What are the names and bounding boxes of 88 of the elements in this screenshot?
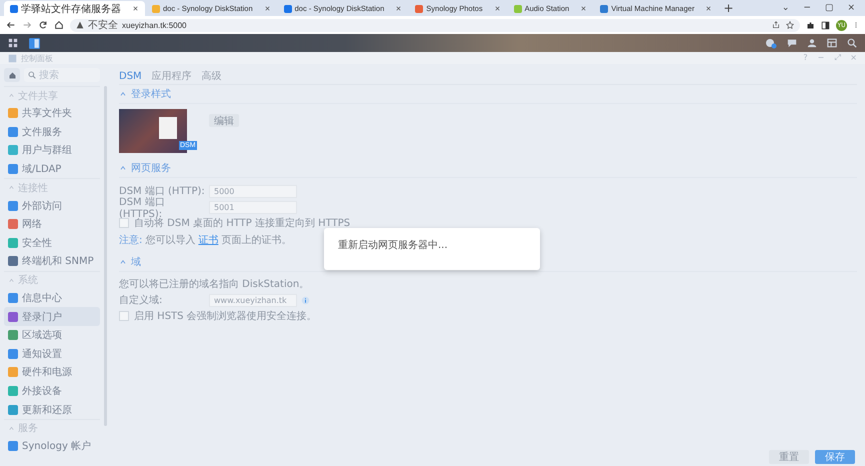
sidebar-item[interactable]: 终端机和 SNMP	[4, 252, 100, 271]
star-icon	[786, 21, 794, 29]
field-label: 自定义域:	[119, 294, 164, 307]
reset-button[interactable]: 重置	[769, 450, 809, 464]
window-control[interactable]: ×	[850, 53, 857, 63]
control-panel-icon	[8, 54, 17, 62]
certificate-link[interactable]: 证书	[198, 233, 218, 247]
window-title: 控制面板	[21, 52, 53, 64]
window-control[interactable]: ⤢	[834, 53, 840, 63]
caret-icon	[119, 90, 127, 98]
caret-icon	[8, 276, 15, 284]
caret-icon	[8, 92, 15, 99]
grid-icon	[8, 38, 18, 48]
caret-icon	[119, 164, 127, 172]
app-window-icon	[28, 36, 41, 50]
tab[interactable]: 应用程序	[152, 69, 192, 83]
save-button[interactable]: 保存	[815, 450, 855, 464]
field-label: DSM 端口 (HTTP):	[119, 184, 206, 197]
input-field[interactable]: 5000	[209, 184, 297, 198]
cloud-user-icon	[765, 37, 777, 49]
home-icon	[54, 20, 64, 30]
sidebar-item[interactable]: 外接设备	[4, 382, 100, 400]
field-label: DSM 端口 (HTTPS):	[119, 196, 166, 220]
window-control[interactable]: ×	[847, 3, 855, 13]
tab[interactable]: DSM	[119, 70, 142, 82]
checkbox[interactable]	[119, 218, 129, 228]
forward-icon	[22, 20, 32, 30]
checkbox-label: 自动将 DSM 桌面的 HTTP 连接重定向到 HTTPS	[134, 218, 350, 230]
warning-icon	[76, 21, 84, 29]
close-icon	[705, 5, 712, 12]
sidebar-item[interactable]: 外部访问	[4, 196, 100, 215]
sidebar-item[interactable]: 用户与群组	[4, 141, 100, 160]
window-control[interactable]: ?	[803, 53, 808, 63]
caret-icon	[119, 258, 127, 266]
tab[interactable]: 高级	[202, 69, 222, 83]
caret-icon	[8, 424, 15, 432]
url-text[interactable]: xueyizhan.tk:5000	[122, 20, 186, 30]
close-icon	[494, 5, 501, 12]
sidebar-item[interactable]: 网络	[4, 214, 100, 234]
sidebar-item[interactable]: 文件服务	[4, 122, 100, 142]
user-icon	[807, 38, 817, 48]
caret-icon	[8, 184, 15, 192]
window-control[interactable]: ⌄	[782, 3, 790, 13]
section-heading: 域	[131, 256, 141, 269]
sidebar-item[interactable]: 硬件和电源	[4, 363, 100, 382]
sidebar-item[interactable]: 共享文件夹	[4, 104, 100, 123]
close-icon	[264, 5, 271, 12]
close-icon	[395, 5, 402, 12]
checkbox[interactable]	[119, 311, 129, 321]
checkbox-label: 启用 HSTS 会强制浏览器使用安全连接。	[134, 310, 317, 323]
search-icon	[28, 71, 36, 79]
edit-button[interactable]: 编辑	[209, 114, 239, 127]
login-card	[159, 117, 177, 139]
domain-description: 您可以将已注册的域名指向 DiskStation。	[119, 278, 310, 292]
sidebar-icon	[821, 20, 830, 30]
security-label: 不安全	[88, 18, 118, 32]
sidebar-item[interactable]: 通知设置	[4, 344, 100, 364]
note-text: 页面上的证书。	[221, 234, 292, 247]
note-label: 注意:	[119, 234, 142, 247]
widget-icon	[827, 38, 837, 48]
chat-icon	[787, 38, 797, 48]
sidebar-item[interactable]: 更新和还原	[4, 400, 100, 419]
sidebar-item[interactable]: 安全性	[4, 234, 100, 252]
reload-icon	[38, 20, 48, 30]
share-icon	[772, 21, 780, 29]
browser-tab[interactable]: 学驿站文件存储服务器	[4, 1, 145, 16]
input-field[interactable]: 5001	[209, 200, 297, 214]
back-icon	[6, 20, 16, 30]
sidebar-item[interactable]: 登录门户	[4, 307, 100, 326]
close-icon	[580, 5, 588, 12]
home-icon	[8, 70, 16, 80]
search-icon	[847, 38, 857, 48]
note-text: 您可以导入	[145, 234, 196, 247]
section-heading: 网页服务	[131, 162, 171, 175]
sidebar-item[interactable]: 区域选项	[4, 326, 100, 345]
close-icon	[132, 5, 139, 12]
sidebar-item[interactable]: 域/LDAP	[4, 160, 100, 178]
new-tab-button[interactable]: +	[723, 1, 734, 15]
sidebar-item[interactable]: 信息中心	[4, 288, 100, 308]
home-button[interactable]	[4, 68, 20, 82]
section-heading: 登录样式	[131, 88, 171, 101]
window-control[interactable]: −	[803, 3, 811, 13]
sidebar-item[interactable]: Synology 帐户	[4, 436, 100, 456]
progress-dialog: 重新启动网页服务器中...	[324, 228, 540, 270]
window-control[interactable]: ▢	[824, 3, 834, 13]
info-icon	[301, 296, 310, 304]
input-field[interactable]: www.xueyizhan.tk	[209, 294, 297, 306]
window-control[interactable]: −	[818, 53, 824, 63]
